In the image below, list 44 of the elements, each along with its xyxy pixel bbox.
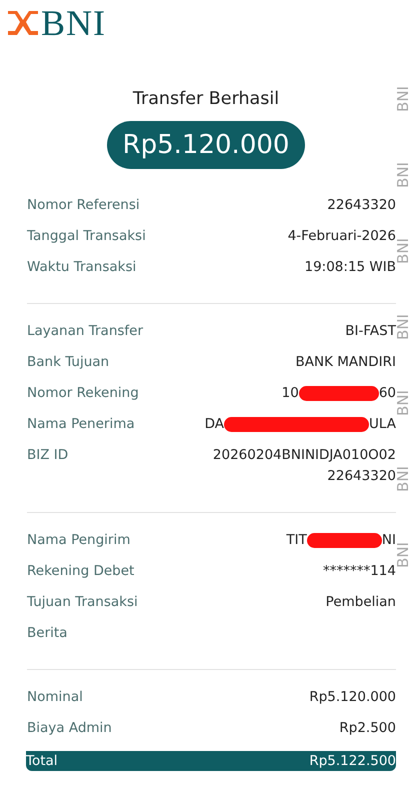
field-label: Waktu Transaksi [27,259,136,275]
field-value: 22643320 [327,467,396,486]
field-label: Nama Penerima [27,416,135,432]
field-value: 19:08:15 WIB [304,259,396,275]
field-value: 22643320 [327,197,396,213]
field-value: NI [382,532,396,548]
field-value: Rp2.500 [339,720,396,736]
field-label: Nomor Rekening [27,385,139,401]
field-label: Nama Pengirim [27,532,130,548]
field-label: Tanggal Transaksi [27,228,146,244]
field-value: 10 [282,385,299,401]
watermark-text: BNI [394,238,412,264]
field-value: 20260204BNINIDJA010O02 [212,446,396,465]
field-value: Pembelian [326,594,396,610]
watermark-text: BNI [394,466,412,492]
watermark-text: BNI [394,314,412,340]
field-value: ULA [369,416,396,432]
field-value: 4-Februari-2026 [288,228,396,244]
field-label: Berita [27,625,68,641]
amount-badge: Rp5.120.000 [106,121,306,169]
field-value: BANK MANDIRI [296,354,396,370]
field-label: Nomor Referensi [27,197,140,213]
field-value: BI-FAST [345,323,396,339]
field-value: *******114 [322,563,396,579]
field-label: Layanan Transfer [27,323,144,339]
total-label: Total [26,753,58,769]
logo-icon [8,11,38,35]
field-label: Tujuan Transaksi [27,594,138,610]
status-title: Transfer Berhasil [132,89,280,109]
field-value: TIT [286,532,307,548]
field-value: DA [204,416,224,432]
watermark-text: BNI [394,86,412,112]
field-label: Nominal [27,689,83,705]
watermark-text: BNI [394,390,412,416]
field-label: Rekening Debet [27,563,134,579]
total-value: Rp5.122.500 [309,753,396,769]
watermark-text: BNI [394,542,412,568]
field-value: 60 [378,385,396,401]
logo-text: BNI [41,5,106,41]
field-label: Biaya Admin [27,720,112,736]
field-label: BIZ ID [27,447,68,463]
field-value: Rp5.120.000 [309,689,396,705]
watermark-text: BNI [394,162,412,188]
field-label: Bank Tujuan [27,354,110,370]
